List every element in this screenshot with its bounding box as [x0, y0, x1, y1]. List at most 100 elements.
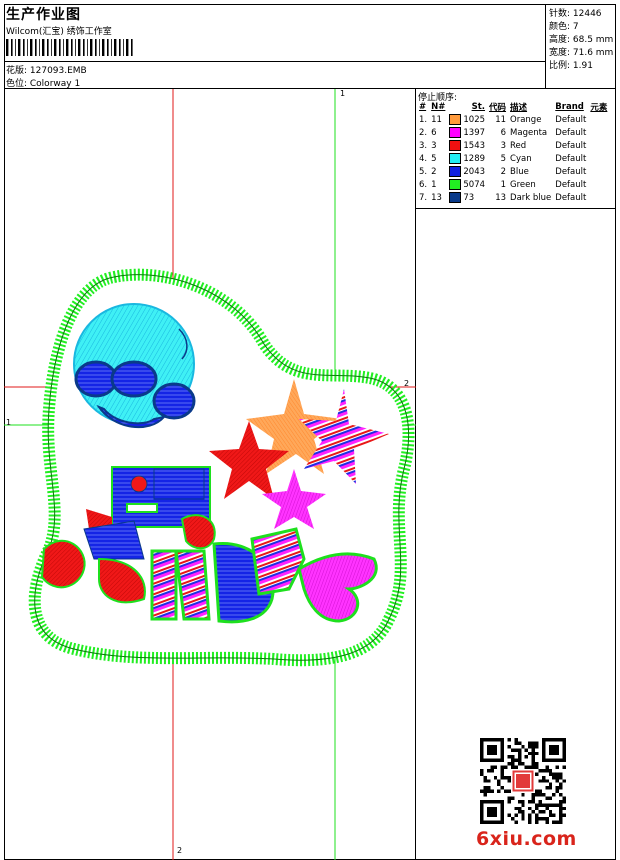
stop-brand: Default: [555, 114, 587, 125]
col-num: #: [419, 102, 427, 112]
guide-label-h2: 2: [404, 379, 410, 388]
stop-needle: 5: [431, 153, 437, 164]
stop-stitches: 73: [447, 191, 487, 204]
color-swatch: [449, 166, 462, 177]
stop-code: 1: [500, 179, 507, 190]
barcode-icon: [6, 39, 133, 56]
stitch-value: 1543: [463, 141, 486, 151]
heart-shape: [40, 539, 86, 589]
stop-num: 4.: [419, 153, 428, 164]
stop-brand: Default: [555, 179, 587, 190]
stop-table-header: # N# St. 代码 描述 Brand 元素: [417, 101, 609, 113]
guide-label-h1: 1: [6, 418, 12, 427]
stop-num: 6.: [419, 179, 428, 190]
guide-label-v1: 1: [340, 89, 346, 98]
stop-code: 6: [500, 127, 507, 138]
stop-code: 5: [500, 153, 507, 164]
pattern-file: 花版: 127093.EMB: [6, 66, 87, 76]
stop-desc: Blue: [510, 166, 529, 177]
stitch-value: 1025: [463, 115, 486, 125]
stop-needle: 3: [431, 140, 437, 151]
right-eye: [152, 382, 196, 420]
stop-element: [588, 152, 609, 165]
color-swatch: [449, 179, 462, 190]
stitch-count: 针数: 12446: [549, 9, 602, 19]
stop-stitches: 1543: [447, 139, 487, 152]
stop-num: 5.: [419, 166, 428, 177]
watermark-text: 6xiu.com: [476, 828, 577, 850]
left-eye: [74, 360, 118, 398]
col-stitches: St.: [471, 102, 486, 112]
col-brand: Brand: [555, 102, 584, 112]
stop-element: [588, 165, 609, 178]
col-code: 代码: [489, 103, 507, 113]
stop-stitches: 2043: [447, 165, 487, 178]
stop-stitches: 1025: [447, 113, 487, 126]
stop-code: 3: [500, 140, 507, 151]
body-button: [130, 475, 148, 493]
stop-element: [588, 139, 609, 152]
stop-brand: Default: [555, 127, 587, 138]
stop-row: 1. 11 1025 11 Orange Default: [417, 113, 609, 126]
company-name: Wilcom(汇宝) 绣饰工作室: [6, 27, 112, 37]
stitch-value: 1397: [463, 128, 486, 138]
stop-num: 1.: [419, 114, 428, 125]
stop-element: [588, 178, 609, 191]
stop-desc: Cyan: [510, 153, 532, 164]
stop-desc: Green: [510, 179, 536, 190]
design-scale: 比例: 1.91: [549, 61, 593, 71]
stop-table-rule: [416, 208, 616, 209]
color-swatch: [449, 140, 462, 151]
stop-needle: 6: [431, 127, 437, 138]
qr-code-icon: [480, 738, 566, 824]
stitch-value: 5074: [463, 180, 486, 190]
stop-sequence-table: # N# St. 代码 描述 Brand 元素 1. 11 1025 11 Orange…: [417, 101, 609, 204]
embroidery-preview: [4, 89, 416, 860]
stop-element: [588, 126, 609, 139]
color-swatch: [449, 114, 462, 125]
design-height: 高度: 68.5 mm: [549, 35, 614, 45]
stop-needle: 13: [431, 192, 442, 203]
stop-needle: 11: [431, 114, 442, 125]
stop-num: 3.: [419, 140, 428, 151]
stop-element: [588, 113, 609, 126]
stop-brand: Default: [555, 192, 587, 203]
stop-brand: Default: [555, 153, 587, 164]
design-canvas: 1 2 1 2: [4, 89, 416, 860]
stop-needle: 2: [431, 166, 437, 177]
stop-row: 7. 13 73 13 Dark blue Default: [417, 191, 609, 204]
stop-row: 6. 1 5074 1 Green Default: [417, 178, 609, 191]
header-divider: [4, 61, 545, 62]
stop-desc: Red: [510, 140, 527, 151]
color-swatch: [449, 153, 462, 164]
stats-panel: 针数: 12446 颜色: 7 高度: 68.5 mm 宽度: 71.6 mm …: [545, 4, 616, 88]
stop-stitches: 5074: [447, 178, 487, 191]
stop-num: 7.: [419, 192, 428, 203]
col-needle: N#: [431, 102, 446, 112]
guide-label-v2: 2: [177, 846, 183, 855]
stop-desc: Dark blue: [510, 192, 552, 203]
stop-brand: Default: [555, 140, 587, 151]
stop-code: 11: [495, 114, 507, 125]
stop-code: 13: [495, 192, 507, 203]
stop-num: 2.: [419, 127, 428, 138]
stop-needle: 1: [431, 179, 437, 190]
stop-desc: Magenta: [510, 127, 548, 138]
belt-buckle: [126, 503, 158, 513]
col-desc: 描述: [510, 103, 528, 113]
stop-row: 5. 2 2043 2 Blue Default: [417, 165, 609, 178]
stop-element: [588, 191, 609, 204]
sheet-title: 生产作业图: [6, 7, 81, 23]
color-swatch: [449, 127, 462, 138]
stop-row: 4. 5 1289 5 Cyan Default: [417, 152, 609, 165]
middle-eye: [110, 360, 158, 398]
stop-stitches: 1289: [447, 152, 487, 165]
stop-desc: Orange: [510, 114, 542, 125]
letter-a-left: [150, 549, 178, 621]
color-swatch: [449, 192, 462, 203]
design-width: 宽度: 71.6 mm: [549, 48, 614, 58]
col-element: 元素: [590, 103, 608, 113]
stop-brand: Default: [555, 166, 587, 177]
stop-row: 2. 6 1397 6 Magenta Default: [417, 126, 609, 139]
stitch-value: 2043: [463, 167, 486, 177]
